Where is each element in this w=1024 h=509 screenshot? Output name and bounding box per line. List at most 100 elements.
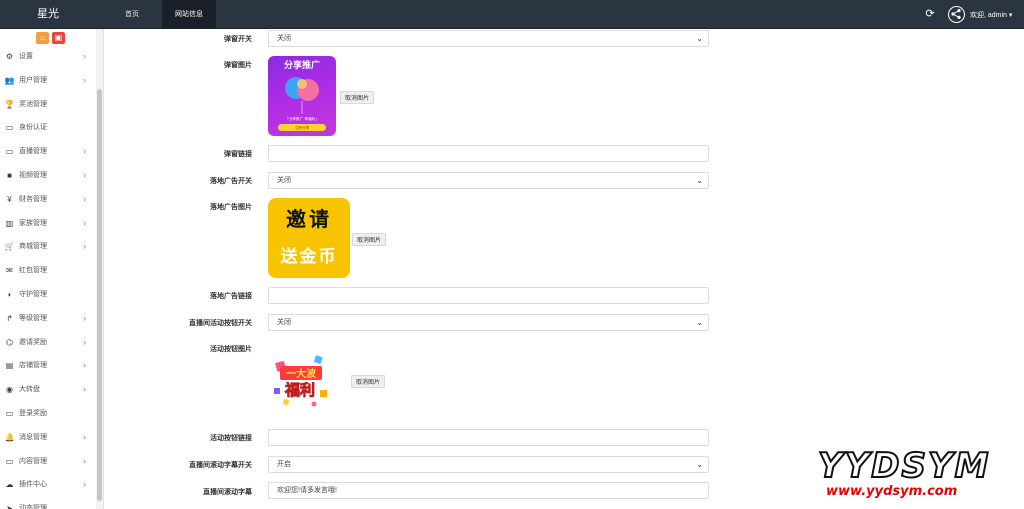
sidebar-item[interactable]: ◗ 守护管理	[0, 283, 96, 307]
popup-switch-select[interactable]: 关闭 ⌄	[268, 30, 709, 47]
cancel-landing-image-button[interactable]: 取消图片	[352, 233, 387, 246]
sidebar-item[interactable]: 🏆 奖池管理	[0, 93, 96, 117]
sidebar-item-label: 身份认证	[19, 124, 47, 132]
institution-icon: ▥	[5, 218, 14, 228]
sidebar-item-label: 用户管理	[19, 76, 47, 84]
gears-icon: ⚙	[5, 52, 14, 61]
landing-image-preview[interactable]: 邀请 送金币	[268, 198, 350, 278]
sidebar-item[interactable]: 👥 用户管理 ›	[0, 69, 96, 93]
chevron-right-icon: ›	[83, 336, 86, 347]
activity-link-input[interactable]	[268, 429, 709, 446]
sidebar-item[interactable]: ▤ 店铺管理 ›	[0, 354, 96, 378]
shield-icon: ◗	[7, 289, 12, 299]
sidebar-item[interactable]: ⌬ 邀请奖励 ›	[0, 331, 96, 355]
popup-link-input[interactable]	[268, 145, 709, 162]
sidebar-tools: ⌂ ▣	[36, 32, 68, 44]
sidebar-item[interactable]: ■ 视频管理 ›	[0, 164, 96, 188]
landing-switch-select[interactable]: 关闭 ⌄	[268, 172, 709, 189]
sidebar-item[interactable]: ▭ 内容管理 ›	[0, 450, 96, 474]
sidebar-item[interactable]: ☁ 插件中心 ›	[0, 473, 96, 497]
sidebar-item[interactable]: 🛒 商城管理 ›	[0, 235, 96, 259]
share-icon	[951, 9, 961, 19]
chevron-right-icon: ›	[83, 241, 86, 252]
send-icon: ➤	[6, 504, 13, 509]
poster-button: 立即分享	[295, 125, 310, 130]
sidebar-item-label: 插件中心	[19, 481, 47, 489]
sidebar-item-label: 家族管理	[19, 219, 47, 227]
sidebar-item[interactable]: ⚙ 设置 ›	[0, 45, 96, 69]
sidebar-scrollbar-thumb[interactable]	[97, 89, 102, 501]
sidebar-item-label: 视频管理	[19, 171, 47, 179]
user-menu[interactable]: 欢迎, admin ▾	[970, 10, 1012, 20]
users-icon: 👥	[4, 75, 15, 85]
invite-poster-image: 邀请 送金币	[281, 207, 338, 267]
welfare-bottom-text: 福利	[284, 381, 315, 399]
sidebar-item[interactable]: ↱ 等级管理 ›	[0, 307, 96, 331]
sidebar-item[interactable]: ¥ 财务管理 ›	[0, 188, 96, 212]
sidebar-menu: ⚙ 设置 › 👥 用户管理 › 🏆 奖池管理 ▭ 身份认证 ▭ 直播管理 › ■ 视频管理 › ¥ 财务管理 › ▥ 家…	[0, 45, 96, 509]
trash-icon[interactable]: ▣	[52, 32, 65, 44]
sidebar-item-label: 商城管理	[19, 243, 47, 251]
sidebar-item-label: 店铺管理	[19, 362, 47, 370]
chevron-right-icon: ›	[83, 74, 86, 85]
sidebar-item-label: 守护管理	[19, 290, 47, 298]
chevron-down-icon: ⌄	[696, 34, 703, 43]
tab-home[interactable]: 首页	[114, 0, 150, 29]
watermark-url: www.yydsym.com	[826, 484, 958, 499]
activity-switch-select[interactable]: 关闭 ⌄	[268, 314, 709, 331]
avatar[interactable]	[948, 6, 965, 23]
cancel-activity-image-button[interactable]: 取消图片	[351, 375, 386, 388]
video-camera-icon: ■	[7, 170, 12, 180]
refresh-icon[interactable]: ⟳	[924, 8, 936, 20]
top-navbar: 星光 首页 网站信息 ⟳ 欢迎, admin ▾	[0, 0, 1024, 29]
sidebar-item[interactable]: ▭ 登录奖励	[0, 402, 96, 426]
brand-logo[interactable]: 星光	[0, 0, 96, 29]
invite-line2: 送金币	[281, 246, 338, 267]
chevron-right-icon: ›	[83, 146, 86, 157]
site-info-form: 弹窗开关 关闭 ⌄ 弹窗图片 分享推广 「分享推广 享福利」 立即分享 取消图片…	[104, 29, 1024, 509]
sidebar-item[interactable]: ◉ 大转盘 ›	[0, 378, 96, 402]
home-icon[interactable]: ⌂	[36, 32, 49, 44]
chevron-right-icon: ›	[83, 193, 86, 204]
sidebar-item[interactable]: ➤ 动态管理	[0, 497, 96, 509]
landing-link-input[interactable]	[268, 287, 709, 304]
sidebar-item[interactable]: ▭ 身份认证	[0, 116, 96, 140]
monitor-icon: ▭	[5, 456, 14, 466]
watermark-logo: YYDSYM	[817, 446, 991, 486]
chevron-right-icon: ›	[83, 384, 86, 395]
sitemap-icon: ⌬	[6, 337, 13, 347]
activity-image-preview[interactable]: 一大波 福利	[268, 348, 332, 412]
activity-link-label: 活动按钮链接	[210, 435, 252, 442]
sidebar-item-label: 财务管理	[19, 195, 47, 203]
landing-link-label: 落地广告链接	[210, 293, 252, 300]
sidebar: ⌂ ▣ ⚙ 设置 › 👥 用户管理 › 🏆 奖池管理 ▭ 身份认证 ▭ 直播管理 › ■ 视频管理 › ¥ 财务管理…	[0, 29, 104, 509]
monitor-icon: ▭	[5, 408, 14, 418]
sidebar-item-label: 内容管理	[19, 457, 47, 465]
sidebar-item-label: 大转盘	[19, 386, 40, 394]
tab-site-info[interactable]: 网站信息	[162, 0, 216, 29]
sidebar-item[interactable]: ✉ 红包管理	[0, 259, 96, 283]
chevron-right-icon: ›	[83, 217, 86, 228]
marquee-switch-value: 开启	[277, 461, 291, 468]
popup-image-preview[interactable]: 分享推广 「分享推广 享福利」 立即分享	[268, 56, 336, 136]
sidebar-item[interactable]: ▭ 直播管理 ›	[0, 140, 96, 164]
chevron-right-icon: ›	[83, 360, 86, 371]
popup-image-label: 弹窗图片	[224, 62, 252, 69]
chevron-right-icon: ›	[83, 312, 86, 323]
activity-switch-label: 直播间活动按钮开关	[189, 320, 252, 327]
cancel-popup-image-button[interactable]: 取消图片	[340, 91, 375, 104]
chevron-right-icon: ›	[83, 479, 86, 490]
sidebar-item-label: 登录奖励	[19, 409, 47, 417]
store-icon: ▤	[5, 361, 14, 371]
marquee-switch-select[interactable]: 开启 ⌄	[268, 456, 709, 473]
chevron-down-icon: ⌄	[696, 176, 703, 185]
sidebar-item[interactable]: 🔔 消息管理 ›	[0, 426, 96, 450]
level-up-icon: ↱	[6, 313, 13, 323]
sidebar-item-label: 直播管理	[19, 148, 47, 156]
sidebar-item-label: 消息管理	[19, 433, 47, 441]
share-poster-image: 分享推广 「分享推广 享福利」 立即分享	[278, 59, 326, 131]
invite-line1: 邀请	[286, 207, 332, 231]
marquee-text-input[interactable]: 欢迎您!请多发言哦!	[268, 482, 709, 499]
sidebar-item[interactable]: ▥ 家族管理 ›	[0, 212, 96, 236]
popup-switch-value: 关闭	[277, 35, 291, 42]
